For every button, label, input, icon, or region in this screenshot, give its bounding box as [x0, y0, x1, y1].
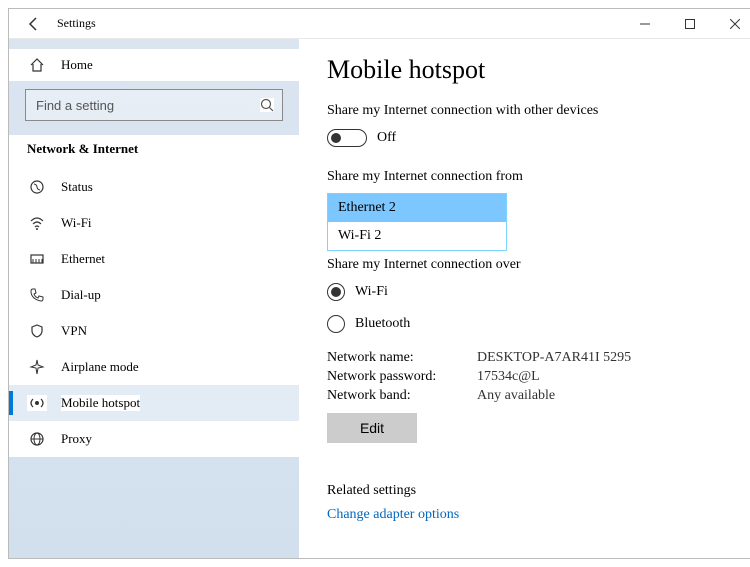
sidebar-item-vpn[interactable]: VPN	[9, 313, 299, 349]
sidebar-item-hotspot[interactable]: Mobile hotspot	[9, 385, 299, 421]
minimize-button[interactable]	[622, 9, 667, 39]
window-title: Settings	[49, 16, 96, 31]
search-box[interactable]	[25, 89, 283, 121]
sidebar-item-label: Dial-up	[61, 287, 101, 303]
radio-bluetooth[interactable]: Bluetooth	[327, 315, 729, 333]
sidebar-item-label: Wi-Fi	[61, 215, 92, 231]
sidebar: Home Network & Internet Status Wi-Fi Eth…	[9, 39, 299, 558]
page-title: Mobile hotspot	[327, 55, 729, 85]
status-icon	[27, 179, 47, 195]
home-label: Home	[61, 57, 93, 73]
hotspot-icon	[27, 395, 47, 411]
edit-button[interactable]: Edit	[327, 413, 417, 443]
toggle-state-label: Off	[377, 130, 396, 146]
net-band-label: Network band:	[327, 388, 477, 404]
content-area: Mobile hotspot Share my Internet connect…	[299, 39, 750, 558]
sidebar-item-label: Status	[61, 179, 93, 195]
net-pwd-value: 17534c@L	[477, 369, 540, 385]
section-header: Network & Internet	[9, 135, 299, 169]
related-header: Related settings	[327, 483, 729, 499]
sidebar-item-proxy[interactable]: Proxy	[9, 421, 299, 457]
search-icon	[260, 98, 274, 112]
change-adapter-link[interactable]: Change adapter options	[327, 507, 729, 523]
airplane-icon	[27, 359, 47, 375]
shield-icon	[27, 323, 47, 339]
ethernet-icon	[27, 251, 47, 267]
sidebar-item-label: Airplane mode	[61, 359, 139, 375]
home-nav[interactable]: Home	[9, 49, 299, 81]
maximize-button[interactable]	[667, 9, 712, 39]
radio-wifi[interactable]: Wi-Fi	[327, 283, 729, 301]
sidebar-item-status[interactable]: Status	[9, 169, 299, 205]
close-button[interactable]	[712, 9, 750, 39]
search-input[interactable]	[34, 97, 260, 114]
home-icon	[27, 57, 47, 73]
dropdown-option[interactable]: Ethernet 2	[328, 194, 506, 222]
radio-bluetooth-label: Bluetooth	[355, 316, 410, 332]
wifi-icon	[27, 215, 47, 231]
sidebar-item-label: Ethernet	[61, 251, 105, 267]
titlebar: Settings	[9, 9, 750, 39]
net-name-value: DESKTOP-A7AR41I 5295	[477, 350, 631, 366]
network-info: Network name: DESKTOP-A7AR41I 5295 Netwo…	[327, 347, 729, 407]
share-from-dropdown[interactable]: Ethernet 2 Wi-Fi 2	[327, 193, 507, 251]
proxy-icon	[27, 431, 47, 447]
net-band-value: Any available	[477, 388, 555, 404]
back-button[interactable]	[19, 16, 49, 32]
sidebar-item-airplane[interactable]: Airplane mode	[9, 349, 299, 385]
sidebar-item-label: Proxy	[61, 431, 92, 447]
sidebar-item-wifi[interactable]: Wi-Fi	[9, 205, 299, 241]
sidebar-item-label: VPN	[61, 323, 87, 339]
dropdown-option[interactable]: Wi-Fi 2	[328, 222, 506, 250]
sidebar-item-label: Mobile hotspot	[61, 395, 140, 411]
radio-wifi-label: Wi-Fi	[355, 284, 388, 300]
net-pwd-label: Network password:	[327, 369, 477, 385]
phone-icon	[27, 287, 47, 303]
sidebar-item-ethernet[interactable]: Ethernet	[9, 241, 299, 277]
share-over-label: Share my Internet connection over	[327, 257, 729, 273]
share-from-label: Share my Internet connection from	[327, 169, 729, 185]
share-toggle-label: Share my Internet connection with other …	[327, 103, 729, 119]
share-toggle[interactable]	[327, 129, 367, 147]
sidebar-item-dialup[interactable]: Dial-up	[9, 277, 299, 313]
net-name-label: Network name:	[327, 350, 477, 366]
